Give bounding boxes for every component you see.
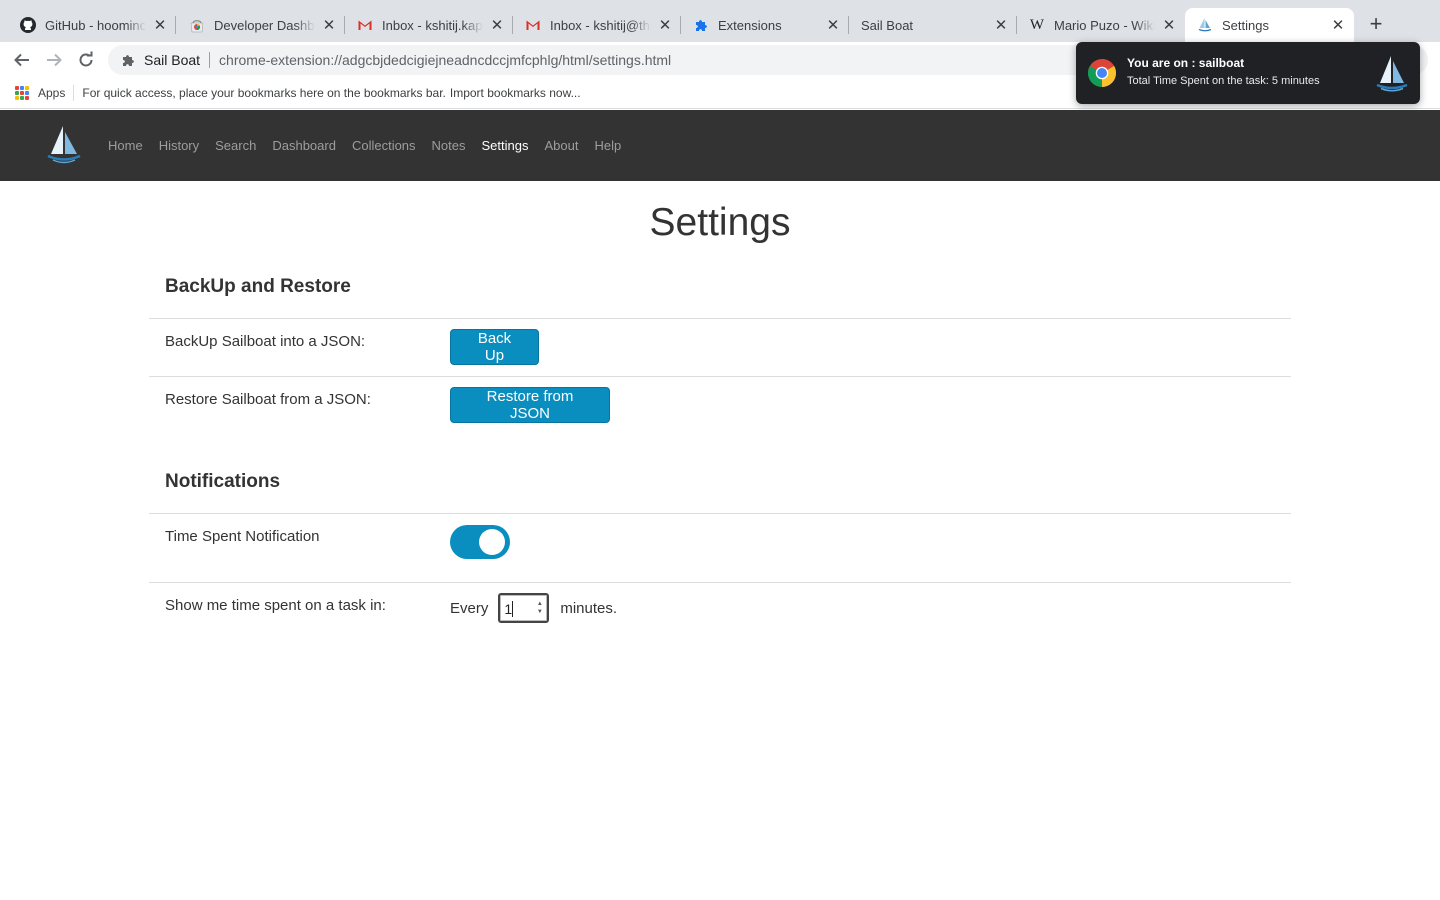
nav-history[interactable]: History	[159, 138, 199, 153]
nav-about[interactable]: About	[545, 138, 579, 153]
sailboat-brand-logo[interactable]	[46, 124, 82, 166]
browser-tab-strip: GitHub - hoominc ✕ Developer Dashbo ✕ In…	[0, 0, 1440, 42]
backup-label: BackUp Sailboat into a JSON:	[165, 333, 366, 350]
nav-settings[interactable]: Settings	[482, 138, 529, 153]
browser-tab[interactable]: Inbox - kshitij@the ✕	[513, 8, 681, 42]
apps-grid-icon	[15, 86, 29, 100]
tab-title: Settings	[1222, 17, 1269, 33]
browser-tab[interactable]: Inbox - kshitij.kap ✕	[345, 8, 513, 42]
tab-close-icon[interactable]: ✕	[993, 17, 1009, 34]
restore-row: Restore Sailboat from a JSON: Restore fr…	[149, 376, 1291, 434]
omnibox-url[interactable]: chrome-extension://adgcbjdedcigiejneadnc…	[219, 52, 671, 68]
forward-arrow-icon	[47, 53, 62, 67]
omnibox-site-label: Sail Boat	[144, 52, 201, 68]
app-navbar: Home History Search Dashboard Collection…	[0, 110, 1440, 181]
notification-body: Total Time Spent on the task: 5 minutes	[1127, 75, 1320, 87]
browser-tab-active[interactable]: Settings ✕	[1185, 8, 1354, 42]
page-title: Settings	[649, 201, 791, 244]
spinner-arrows-icon[interactable]: ▲ ▼	[536, 601, 543, 615]
restore-label: Restore Sailboat from a JSON:	[165, 391, 371, 408]
app-nav-links: Home History Search Dashboard Collection…	[108, 110, 637, 181]
nav-dashboard[interactable]: Dashboard	[272, 138, 336, 153]
tab-title: Inbox - kshitij.kap	[382, 17, 483, 33]
sailboat-logo-icon	[1376, 56, 1408, 92]
interval-control: Every 1 ▲ ▼ minutes.	[450, 593, 617, 623]
tab-title: Developer Dashbo	[214, 17, 315, 33]
backup-section-heading: BackUp and Restore	[165, 276, 351, 297]
bookmarks-hint: For quick access, place your bookmarks h…	[82, 86, 446, 100]
extension-puzzle-icon	[123, 55, 134, 66]
apps-label: Apps	[38, 86, 66, 100]
back-button[interactable]	[10, 48, 34, 72]
nav-collections[interactable]: Collections	[352, 138, 416, 153]
browser-tab[interactable]: GitHub - hoominc ✕	[8, 8, 176, 42]
tab-title: Sail Boat	[861, 17, 914, 33]
interval-number-input[interactable]: 1 ▲ ▼	[498, 593, 550, 623]
tab-title: GitHub - hoominc	[45, 17, 146, 33]
gmail-icon	[525, 17, 541, 33]
toggle-knob	[479, 529, 505, 555]
text-caret	[512, 601, 514, 617]
github-icon	[20, 17, 36, 33]
backup-button[interactable]: Back Up	[450, 329, 539, 365]
tab-close-icon[interactable]: ✕	[321, 17, 337, 34]
time-spent-notification-label: Time Spent Notification	[165, 528, 320, 545]
interval-value: 1	[504, 601, 513, 617]
browser-tab[interactable]: Extensions ✕	[681, 8, 849, 42]
tab-close-icon[interactable]: ✕	[1161, 17, 1177, 34]
browser-tab[interactable]: Sail Boat ✕	[849, 8, 1017, 42]
wikipedia-icon: W	[1029, 16, 1045, 33]
tab-title: Inbox - kshitij@the	[550, 17, 651, 33]
interval-label: Show me time spent on a task in:	[165, 597, 386, 614]
tab-close-icon[interactable]: ✕	[152, 17, 168, 34]
chrome-webstore-icon	[189, 17, 205, 33]
time-spent-notification[interactable]: You are on : sailboat Total Time Spent o…	[1076, 42, 1420, 104]
tab-close-icon[interactable]: ✕	[489, 17, 505, 34]
tab-title: Mario Puzo - Wiki	[1054, 17, 1155, 33]
chrome-logo-icon	[1088, 59, 1116, 87]
apps-shortcut[interactable]: Apps	[15, 86, 65, 100]
import-bookmarks-link[interactable]: Import bookmarks now...	[450, 86, 581, 100]
forward-button[interactable]	[42, 48, 66, 72]
sailboat-icon	[1197, 17, 1213, 33]
puzzle-icon	[693, 17, 709, 33]
tab-title: Extensions	[718, 17, 782, 33]
interval-row: Show me time spent on a task in: Every 1…	[149, 582, 1291, 642]
backup-row: BackUp Sailboat into a JSON: Back Up	[149, 318, 1291, 376]
notifications-section-heading: Notifications	[165, 471, 281, 492]
restore-button[interactable]: Restore from JSON	[450, 387, 610, 423]
browser-tab[interactable]: W Mario Puzo - Wiki ✕	[1017, 8, 1185, 42]
gmail-icon	[357, 17, 373, 33]
nav-search[interactable]: Search	[215, 138, 256, 153]
tab-close-icon[interactable]: ✕	[825, 17, 841, 34]
reload-button[interactable]	[74, 48, 98, 72]
reload-icon	[79, 51, 93, 67]
tab-close-icon[interactable]: ✕	[657, 17, 673, 34]
new-tab-button[interactable]: +	[1364, 11, 1388, 36]
notification-title: You are on : sailboat	[1127, 56, 1245, 70]
minutes-text: minutes.	[560, 599, 618, 617]
nav-home[interactable]: Home	[108, 138, 143, 153]
nav-help[interactable]: Help	[594, 138, 621, 153]
time-spent-notification-row: Time Spent Notification	[149, 513, 1291, 582]
nav-notes[interactable]: Notes	[432, 138, 466, 153]
tab-close-icon[interactable]: ✕	[1330, 17, 1346, 34]
time-spent-notification-toggle[interactable]	[450, 525, 510, 559]
back-arrow-icon	[14, 53, 29, 67]
every-text: Every	[450, 599, 489, 617]
browser-tab[interactable]: Developer Dashbo ✕	[177, 8, 345, 42]
